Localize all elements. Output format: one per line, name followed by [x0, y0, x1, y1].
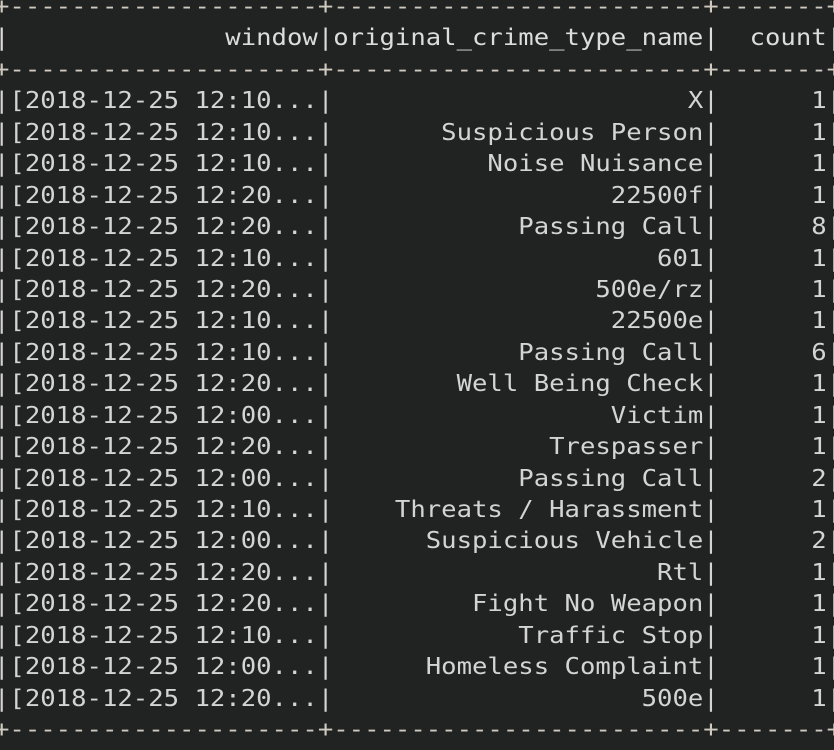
table-row: |[2018-12-25 12:00...| Victim| 1|: [0, 400, 834, 429]
table-row: |[2018-12-25 12:10...| Passing Call| 6|: [0, 337, 834, 366]
table-row: |[2018-12-25 12:10...| Threats / Harassm…: [0, 495, 834, 523]
table-rule-line: +--------------------+------------------…: [0, 715, 834, 744]
table-row: |[2018-12-25 12:10...| Traffic Stop| 1|: [0, 620, 834, 649]
table-rule-line: +--------------------+------------------…: [0, 54, 834, 83]
table-row: |[2018-12-25 12:20...| Rtl| 1|: [0, 557, 834, 586]
table-row: |[2018-12-25 12:10...| 22500e| 1|: [0, 306, 834, 335]
table-row: |[2018-12-25 12:00...| Passing Call| 2|: [0, 463, 834, 492]
table-row: |[2018-12-25 12:20...| Well Being Check|…: [0, 369, 834, 398]
table-row: |[2018-12-25 12:20...| Trespasser| 1|: [0, 432, 834, 461]
table-rule-line: +--------------------+------------------…: [0, 0, 834, 20]
table-row: |[2018-12-25 12:00...| Suspicious Vehicl…: [0, 526, 834, 555]
table-row: |[2018-12-25 12:20...| 22500f| 1|: [0, 180, 834, 209]
table-row: |[2018-12-25 12:20...| 500e/rz| 1|: [0, 274, 834, 303]
table-row: |[2018-12-25 12:20...| 500e| 1|: [0, 683, 834, 712]
table-header-line: | window|original_crime_type_name| count…: [0, 23, 834, 52]
table-row: |[2018-12-25 12:20...| Passing Call| 8|: [0, 212, 834, 241]
table-row: |[2018-12-25 12:10...| X| 1|: [0, 86, 834, 115]
dataframe-table: +--------------------+------------------…: [0, 0, 834, 746]
terminal-output-pane[interactable]: +--------------------+------------------…: [0, 0, 834, 750]
table-row: |[2018-12-25 12:00...| Homeless Complain…: [0, 652, 834, 681]
table-row: |[2018-12-25 12:20...| Fight No Weapon| …: [0, 589, 834, 618]
table-row: |[2018-12-25 12:10...| Noise Nuisance| 1…: [0, 149, 834, 178]
table-row: |[2018-12-25 12:10...| 601| 1|: [0, 243, 834, 272]
table-row: |[2018-12-25 12:10...| Suspicious Person…: [0, 117, 834, 146]
